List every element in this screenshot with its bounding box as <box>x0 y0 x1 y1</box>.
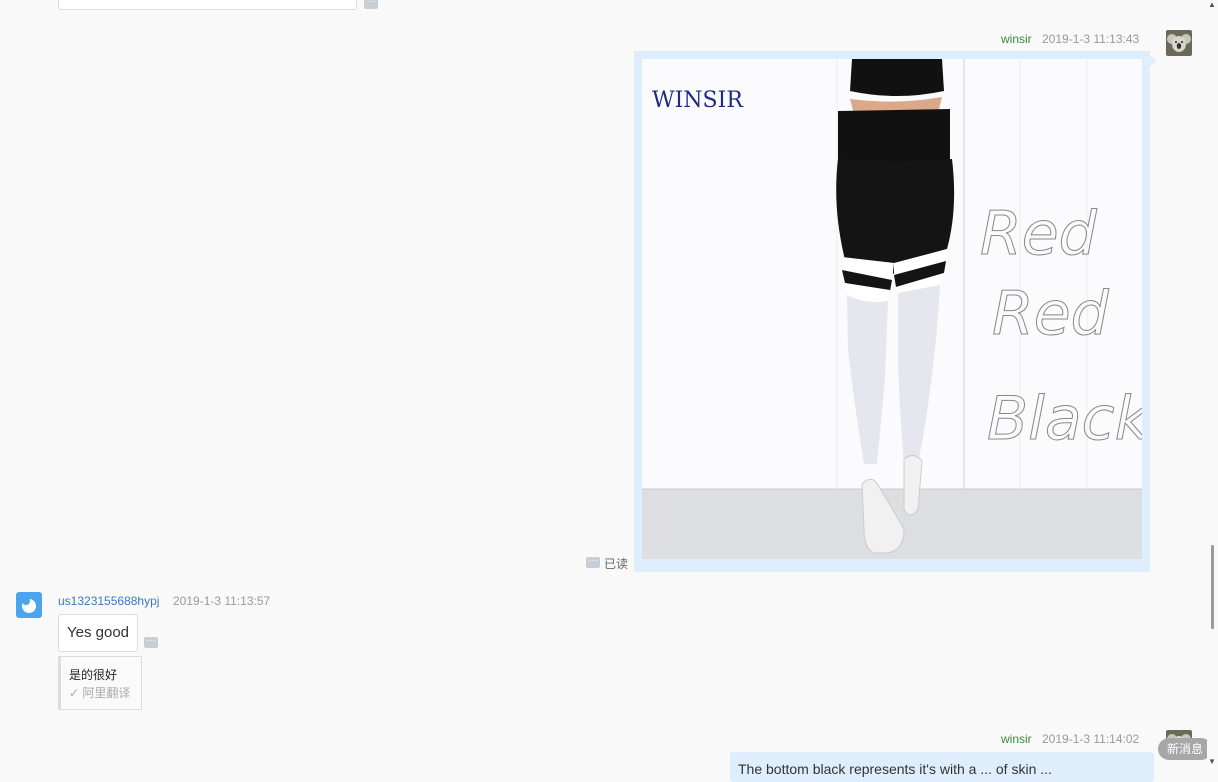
translation-source: ✓ 阿里翻译 <box>69 684 130 701</box>
scrollbar[interactable] <box>1207 0 1218 767</box>
message-time: 2019-1-3 11:13:43 <box>1042 32 1140 46</box>
koala-avatar-icon <box>1166 30 1192 56</box>
message-bubble-previous <box>58 0 357 10</box>
product-photo[interactable]: WINSIR Red Red Black <box>642 59 1142 559</box>
sender-name[interactable]: us1323155688hypj <box>58 594 159 608</box>
scrollbar-thumb[interactable] <box>1211 545 1214 629</box>
message-time: 2019-1-3 11:13:57 <box>173 594 271 608</box>
avatar-winsir[interactable] <box>1166 30 1192 56</box>
scroll-up-icon[interactable]: ▲ <box>1208 0 1216 9</box>
read-status: 已读 <box>604 557 629 571</box>
more-options-button[interactable]: ··· <box>586 556 600 568</box>
translation-text: 是的很好 <box>69 668 118 682</box>
new-message-button[interactable]: 新消息 <box>1158 738 1212 760</box>
translation-box <box>58 656 142 710</box>
translation-source-label: 阿里翻译 <box>82 686 131 700</box>
avatar-buyer[interactable] <box>16 592 42 618</box>
more-options-button[interactable]: ··· <box>364 0 378 9</box>
message-text: The bottom black represents it's with a … <box>738 761 1052 777</box>
handwriting-red-2: Red <box>992 279 1110 349</box>
handwriting-red-1: Red <box>980 199 1098 269</box>
sender-name[interactable]: winsir <box>1001 32 1032 46</box>
more-options-button[interactable]: ··· <box>144 636 158 648</box>
user-avatar-icon <box>22 597 36 613</box>
message-time: 2019-1-3 11:14:02 <box>1042 732 1140 746</box>
handwriting-black: Black <box>987 384 1142 454</box>
image-watermark: WINSIR <box>652 88 744 113</box>
scroll-down-icon[interactable]: ▼ <box>1208 757 1216 766</box>
sender-name[interactable]: winsir <box>1001 732 1032 746</box>
message-bubble[interactable]: The bottom black represents it's with a … <box>730 752 1154 782</box>
message-bubble[interactable]: Yes good <box>58 614 139 652</box>
leggings-image: WINSIR Red Red Black <box>642 59 1142 559</box>
check-icon: ✓ <box>69 686 80 700</box>
